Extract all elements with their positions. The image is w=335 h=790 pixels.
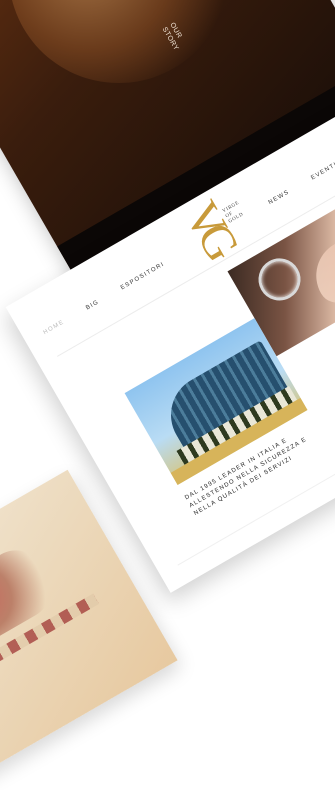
warm-photo-glow	[0, 0, 269, 123]
ring-shape	[251, 251, 308, 308]
hand-shape	[303, 214, 335, 309]
nav-news-link[interactable]: NEWS	[268, 189, 291, 206]
nav-big-link[interactable]: BIG	[85, 299, 100, 311]
nav-home-link[interactable]: HOME	[42, 319, 65, 336]
nav-espositori-link[interactable]: ESPOSITORI	[120, 261, 166, 291]
nav-eventi-link[interactable]: EVENTI	[310, 162, 335, 182]
